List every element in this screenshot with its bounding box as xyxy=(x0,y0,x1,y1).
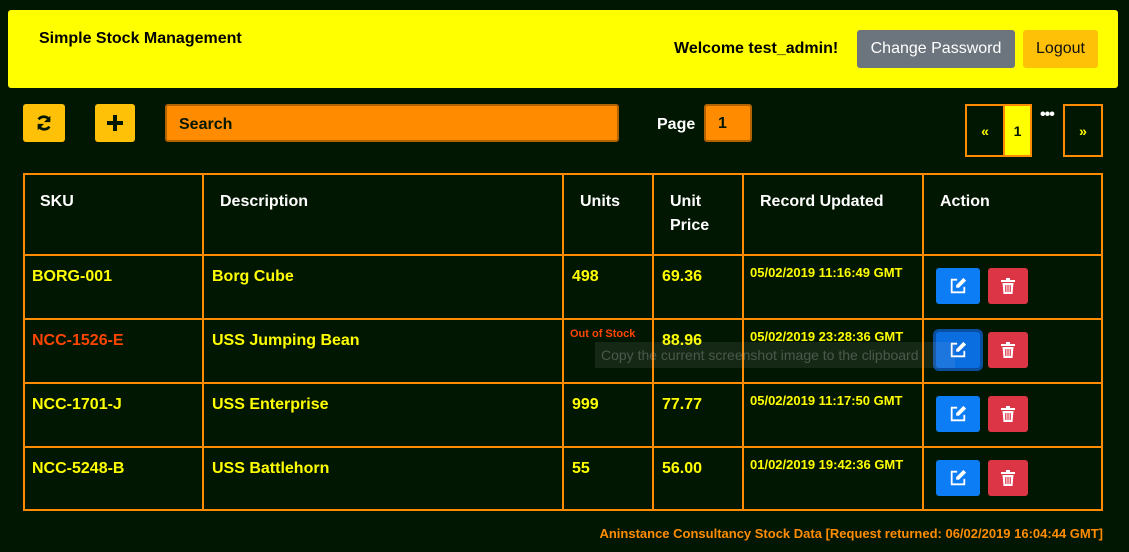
search-input[interactable]: Search xyxy=(165,104,619,142)
row-2-delete-button[interactable] xyxy=(988,332,1028,368)
row-3-edit-button[interactable] xyxy=(936,396,980,432)
header-unit-price[interactable]: Unit Price xyxy=(670,190,720,238)
grid-line xyxy=(23,173,1103,175)
header-sku[interactable]: SKU xyxy=(40,190,74,214)
footer-status: Aninstance Consultancy Stock Data [Reque… xyxy=(599,526,1103,541)
prev-page-button[interactable]: « xyxy=(965,104,1005,157)
logout-button[interactable]: Logout xyxy=(1023,30,1098,68)
change-password-button[interactable]: Change Password xyxy=(857,30,1015,68)
trash-icon xyxy=(1001,342,1015,358)
grid-line xyxy=(23,446,1103,448)
header-action: Action xyxy=(940,193,990,210)
row-1-price: 69.36 xyxy=(662,268,703,285)
grid-line xyxy=(23,173,25,511)
row-4-description: USS Battlehorn xyxy=(212,460,330,477)
row-1-edit-button[interactable] xyxy=(936,268,980,304)
row-2-description: USS Jumping Bean xyxy=(212,332,360,349)
page-input-value: 1 xyxy=(718,115,727,132)
grid-line xyxy=(23,509,1103,511)
row-3-updated: 05/02/2019 11:17:50 GMT xyxy=(750,393,903,408)
app-title: Simple Stock Management xyxy=(39,30,242,47)
row-3-price: 77.77 xyxy=(662,396,703,413)
grid-line xyxy=(1101,173,1103,511)
header-record-updated[interactable]: Record Updated xyxy=(760,190,884,214)
refresh-icon xyxy=(37,115,51,131)
plus-icon xyxy=(107,115,123,131)
screenshot-tooltip: Copy the current screenshot image to the… xyxy=(595,342,955,368)
edit-icon xyxy=(950,277,967,294)
row-4-price: 56.00 xyxy=(662,460,703,477)
header-description[interactable]: Description xyxy=(220,190,308,214)
header-units[interactable]: Units xyxy=(580,190,620,214)
grid-line xyxy=(23,382,1103,384)
row-3-sku: NCC-1701-J xyxy=(32,396,122,413)
more-pages-icon: ••• xyxy=(1040,106,1055,123)
grid-line xyxy=(202,173,204,511)
next-page-button[interactable]: » xyxy=(1063,104,1103,157)
grid-line xyxy=(23,318,1103,320)
row-1-description: Borg Cube xyxy=(212,268,294,285)
edit-icon xyxy=(950,469,967,486)
search-text: Search xyxy=(179,116,233,133)
row-2-sku: NCC-1526-E xyxy=(32,332,124,349)
trash-icon xyxy=(1001,406,1015,422)
row-1-units: 498 xyxy=(572,268,599,285)
row-1-delete-button[interactable] xyxy=(988,268,1028,304)
welcome-text: Welcome test_admin! xyxy=(674,40,839,57)
row-1-sku: BORG-001 xyxy=(32,268,113,285)
row-4-edit-button[interactable] xyxy=(936,460,980,496)
row-3-delete-button[interactable] xyxy=(988,396,1028,432)
trash-icon xyxy=(1001,278,1015,294)
edit-icon xyxy=(950,405,967,422)
add-item-button[interactable] xyxy=(95,104,135,142)
grid-line xyxy=(23,254,1103,256)
page-input[interactable]: 1 xyxy=(704,104,752,142)
row-4-sku: NCC-5248-B xyxy=(32,460,125,477)
page-label: Page xyxy=(657,116,696,133)
row-3-units: 999 xyxy=(572,396,599,413)
row-4-updated: 01/02/2019 19:42:36 GMT xyxy=(750,457,904,472)
row-4-delete-button[interactable] xyxy=(988,460,1028,496)
trash-icon xyxy=(1001,470,1015,486)
row-2-stock-status: Out of Stock xyxy=(570,328,636,340)
grid-line xyxy=(562,173,564,511)
row-4-units: 55 xyxy=(572,460,590,477)
app-header: Simple Stock Management Welcome test_adm… xyxy=(8,10,1118,88)
row-3-description: USS Enterprise xyxy=(212,396,329,413)
row-1-updated: 05/02/2019 11:16:49 GMT xyxy=(750,265,903,280)
page-1-button[interactable]: 1 xyxy=(1003,104,1032,157)
refresh-button[interactable] xyxy=(23,104,65,142)
